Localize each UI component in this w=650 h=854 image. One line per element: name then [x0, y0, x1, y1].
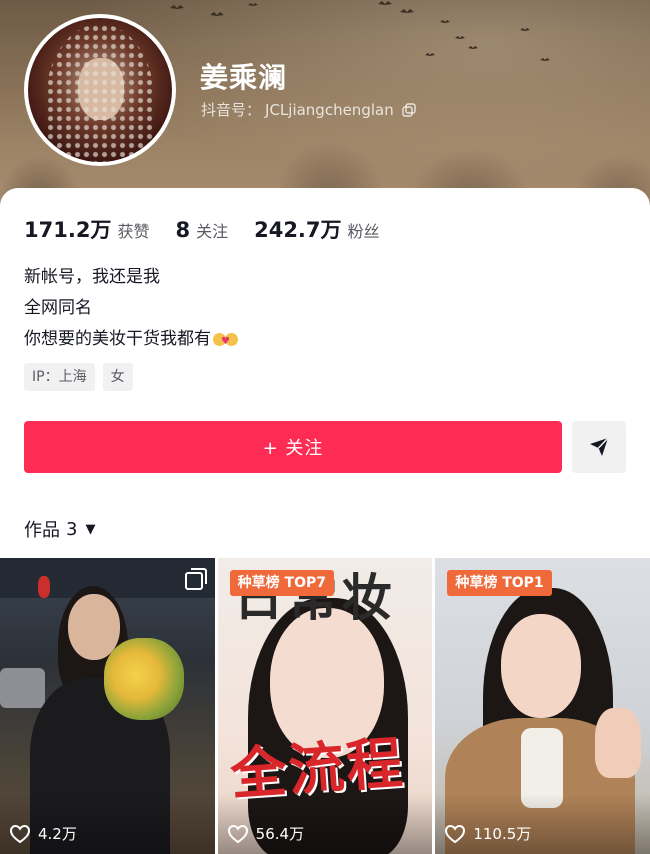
bio: 新帐号，我还是我 全网同名 你想要的美妆干货我都有 ♥ [24, 262, 239, 355]
profile-tags: IP：上海 女 [24, 363, 133, 391]
heart-icon [10, 824, 30, 843]
video-tile[interactable]: 种草榜 TOP1 110.5万 [435, 558, 650, 854]
bio-line: 你想要的美妆干货我都有 ♥ [24, 324, 239, 355]
bio-line: 新帐号，我还是我 [24, 267, 160, 287]
rank-badge: 种草榜 TOP7 [229, 570, 334, 596]
lantern-decoration [38, 576, 50, 598]
stat-label: 获赞 [117, 222, 150, 241]
tile-car [0, 668, 45, 708]
stat-likes[interactable]: 171.2万 获赞 [24, 214, 149, 244]
stats-row: 171.2万 获赞 8 关注 242.7万 粉丝 [24, 214, 406, 244]
works-count: 3 [66, 518, 78, 540]
share-button[interactable] [572, 421, 626, 473]
video-likes-count: 56.4万 [255, 825, 305, 843]
rank-badge: 种草榜 TOP1 [447, 570, 552, 596]
profile-card: 171.2万 获赞 8 关注 242.7万 粉丝 新帐号，我还是我 全网同名 你… [0, 188, 650, 854]
bio-line: 全网同名 [24, 298, 92, 318]
stat-value: 242.7万 [254, 218, 342, 242]
stat-value: 8 [175, 218, 191, 242]
send-icon [590, 437, 609, 456]
stat-label: 关注 [196, 222, 229, 241]
profile-name: 姜乘澜 [200, 61, 288, 94]
video-likes: 56.4万 [227, 823, 305, 844]
couple-with-heart-emoji: ♥ [213, 329, 239, 351]
multi-image-icon [184, 568, 207, 590]
video-likes-count: 110.5万 [473, 825, 532, 843]
stat-following[interactable]: 8 关注 [175, 218, 228, 242]
copy-icon[interactable] [402, 102, 416, 117]
person-hand [595, 708, 642, 778]
stat-label: 粉丝 [347, 222, 380, 241]
tag-gender: 女 [102, 363, 133, 391]
durian-fruit [104, 638, 184, 720]
avatar-veil [46, 24, 154, 162]
chevron-down-icon: ▼ [85, 521, 96, 537]
stat-value: 171.2万 [24, 218, 112, 242]
bio-line-text: 你想要的美妆干货我都有 [24, 329, 211, 349]
douyin-id-value: JCLjiangchenglan [265, 100, 394, 119]
heart-icon [227, 824, 248, 843]
person-face [501, 614, 582, 718]
works-tab[interactable]: 作品 3 ▼ [24, 516, 95, 542]
douyin-id: 抖音号： JCLjiangchenglan [201, 99, 416, 120]
video-likes: 4.2万 [10, 823, 77, 844]
video-tile[interactable]: 日常妆 全流程 种草榜 TOP7 56.4万 [217, 558, 433, 854]
douyin-id-label: 抖音号： [201, 101, 262, 119]
follow-button[interactable]: + 关注 [24, 421, 562, 473]
video-grid: 4.2万 日常妆 全流程 种草榜 TOP7 56.4万 种草榜 TOP1 110… [0, 558, 650, 854]
avatar[interactable] [24, 14, 176, 166]
video-tile[interactable]: 4.2万 [0, 558, 215, 854]
video-likes: 110.5万 [445, 823, 531, 844]
video-likes-count: 4.2万 [38, 825, 77, 843]
stat-followers[interactable]: 242.7万 粉丝 [254, 214, 379, 244]
tag-ip: IP：上海 [24, 363, 95, 391]
works-label: 作品 [24, 520, 60, 541]
heart-icon [445, 824, 466, 843]
